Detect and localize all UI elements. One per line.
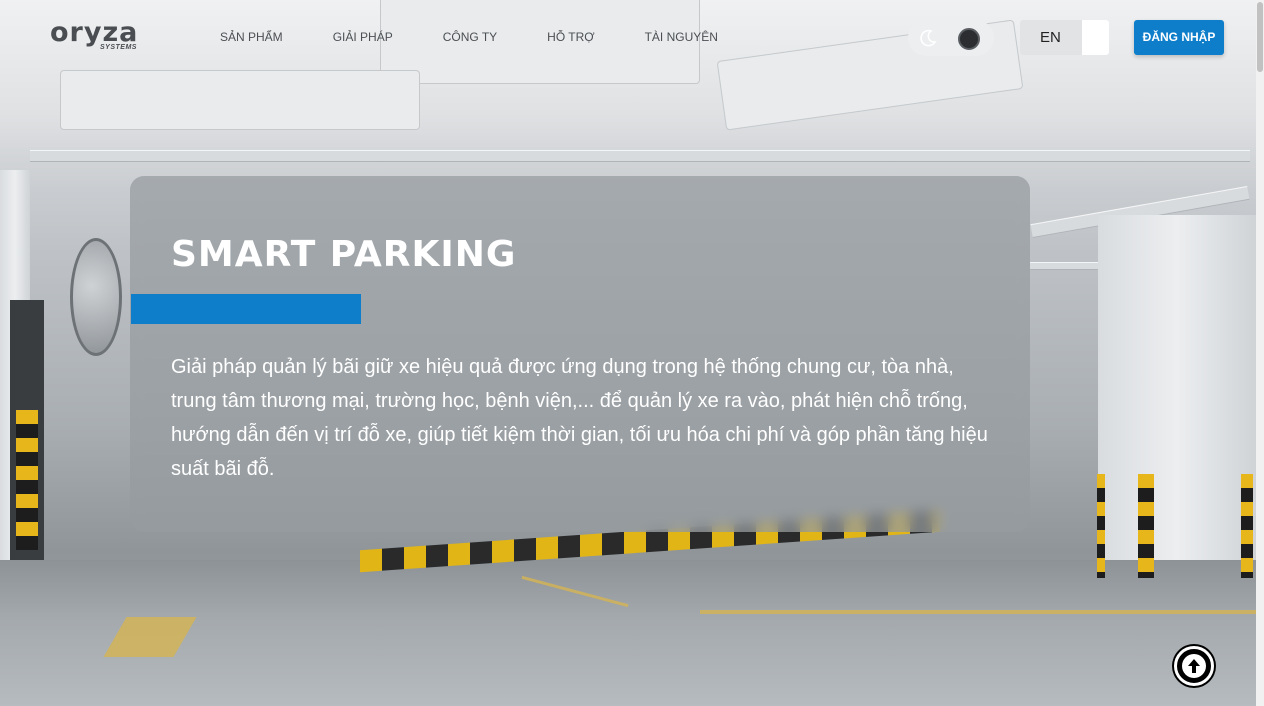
page-scrollbar[interactable] (1256, 0, 1264, 706)
logo-wordmark: oryza (50, 17, 139, 48)
back-to-top-button[interactable] (1174, 646, 1214, 686)
convex-mirror (70, 238, 122, 356)
oryza-logo[interactable]: oryza SYSTEMS (50, 17, 142, 54)
scrollbar-thumb[interactable] (1257, 2, 1263, 72)
theme-toggle[interactable] (908, 20, 994, 56)
hero-title: SMART PARKING (171, 234, 517, 275)
dark-mode-dot-icon[interactable] (958, 28, 980, 50)
main-nav: SẢN PHẨM GIẢI PHÁP CÔNG TY HỖ TRỢ TÀI NG… (220, 30, 768, 44)
site-header: oryza SYSTEMS SẢN PHẨM GIẢI PHÁP CÔNG TY… (0, 0, 1256, 76)
nav-item-san-pham[interactable]: SẢN PHẨM (220, 30, 283, 44)
login-button[interactable]: ĐĂNG NHẬP (1134, 20, 1224, 55)
nav-item-cong-ty[interactable]: CÔNG TY (443, 30, 497, 44)
hero-card: SMART PARKING Giải pháp quản lý bãi giữ … (130, 176, 1030, 532)
nav-item-tai-nguyen[interactable]: TÀI NGUYÊN (645, 30, 718, 44)
nav-item-ho-tro[interactable]: HỖ TRỢ (547, 30, 594, 44)
nav-item-giai-phap[interactable]: GIẢI PHÁP (333, 30, 393, 44)
floor (0, 560, 1256, 706)
language-selector[interactable]: EN (1020, 20, 1109, 55)
language-dropdown-handle[interactable] (1082, 20, 1109, 55)
hero-description: Giải pháp quản lý bãi giữ xe hiệu quả đư… (171, 356, 988, 480)
ceiling-pipe (30, 150, 1250, 162)
arrow-up-circle-icon (1182, 654, 1206, 678)
floor-marking (700, 610, 1256, 614)
logo-subtext: SYSTEMS (100, 44, 137, 51)
ceiling-duct (60, 70, 420, 130)
hazard-stripe (1241, 474, 1253, 578)
title-accent-bar (131, 294, 361, 324)
concrete-column (1098, 215, 1256, 590)
language-label: EN (1040, 29, 1061, 46)
hazard-stripe (1097, 474, 1105, 578)
hazard-stripe (1138, 474, 1154, 578)
moon-icon[interactable] (918, 28, 938, 48)
hazard-stripe (16, 410, 38, 550)
